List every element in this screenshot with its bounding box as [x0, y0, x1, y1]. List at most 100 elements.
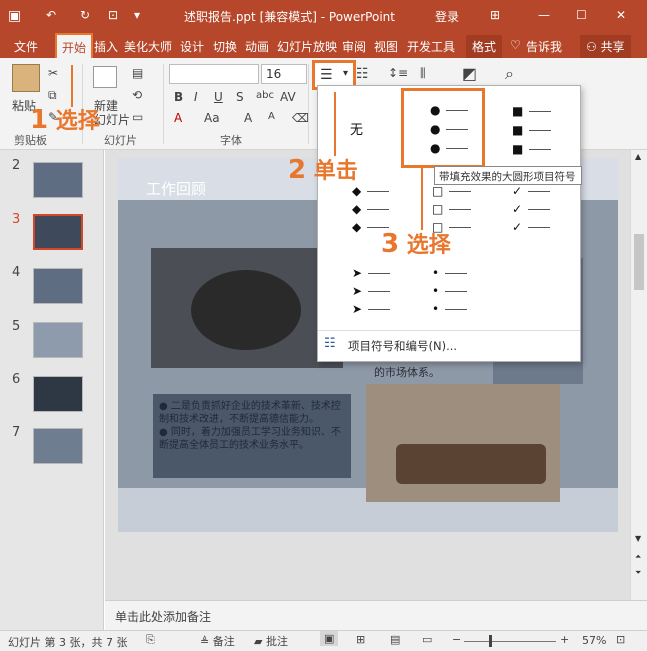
login-link[interactable]: 登录: [435, 8, 459, 25]
bullet-none-label: 无: [350, 123, 364, 138]
shrink-font-button[interactable]: A: [268, 111, 275, 122]
shadow-button[interactable]: S: [236, 90, 244, 104]
zoom-slider[interactable]: [464, 641, 556, 642]
slide-thumbnail-6[interactable]: [33, 376, 83, 412]
copy-icon[interactable]: ⧉: [48, 88, 57, 103]
customize-qat-icon[interactable]: ▾: [134, 8, 140, 22]
notes-pane[interactable]: 单击此处添加备注: [105, 600, 647, 630]
font-name-input[interactable]: [169, 64, 259, 84]
tab-transitions[interactable]: 切换: [213, 38, 237, 55]
ribbon-display-icon[interactable]: ⊞: [490, 8, 500, 22]
scroll-up-icon[interactable]: ▲: [635, 152, 641, 161]
prev-slide-icon[interactable]: ⏶: [635, 552, 641, 562]
share-button[interactable]: ⚇ 共享: [580, 35, 631, 58]
char-spacing-button[interactable]: AV: [280, 90, 296, 104]
title-bar: ▣ ↶ ↻ ⊡ ▾ 述职报告.ppt [兼容模式] - PowerPoint 登…: [0, 0, 647, 32]
maximize-icon[interactable]: ☐: [576, 8, 587, 22]
slide-thumbnail-4[interactable]: [33, 268, 83, 304]
underline-button[interactable]: U: [214, 90, 223, 104]
tab-file[interactable]: 文件: [14, 38, 38, 55]
person-icon: ⚇: [586, 40, 601, 54]
tab-format[interactable]: 格式: [466, 35, 503, 58]
team-photo[interactable]: [366, 384, 560, 502]
vertical-scrollbar[interactable]: ▲ ▼ ⏶ ⏷: [630, 150, 647, 600]
reset-icon[interactable]: ⟲: [132, 88, 142, 102]
tab-slideshow[interactable]: 幻灯片放映: [277, 38, 337, 55]
bold-button[interactable]: B: [174, 90, 183, 104]
slide-sorter-icon[interactable]: ⊞: [356, 633, 365, 646]
tell-me-box[interactable]: 告诉我: [526, 38, 562, 55]
scroll-down-icon[interactable]: ▼: [635, 534, 641, 543]
normal-view-icon[interactable]: ▣: [320, 631, 339, 646]
filled-circle-bullet-icon: ●: [430, 139, 469, 157]
new-slide-icon[interactable]: [93, 66, 117, 88]
section-icon[interactable]: ▭: [132, 110, 143, 124]
tab-view[interactable]: 视图: [374, 38, 398, 55]
undo-icon[interactable]: ↶: [46, 8, 56, 22]
bullet-option-arrow[interactable]: ➤ ➤ ➤: [326, 262, 406, 332]
reading-view-icon[interactable]: ▤: [390, 633, 400, 646]
hollow-square-bullet-icon: □: [432, 200, 472, 218]
spell-check-icon[interactable]: ⎘: [146, 633, 155, 647]
next-slide-icon[interactable]: ⏷: [635, 568, 641, 578]
grow-font-button[interactable]: A: [244, 111, 252, 125]
shapes-icon[interactable]: ◩: [462, 64, 477, 83]
font-color-button[interactable]: A: [174, 111, 182, 125]
line-spacing-icon[interactable]: ↕≡: [388, 66, 408, 80]
slide-bullet-text[interactable]: ● 二是负责抓好企业的技术革新、技术控制和技术改进，不断提高德信能力。 ● 同时…: [153, 394, 351, 478]
tab-insert[interactable]: 插入: [94, 38, 118, 55]
close-icon[interactable]: ✕: [616, 8, 626, 22]
tab-beautify[interactable]: 美化大师: [124, 38, 172, 55]
redo-icon[interactable]: ↻: [80, 8, 90, 22]
slide-heading[interactable]: 工作回顾: [146, 178, 206, 199]
comment-icon: ▰: [254, 635, 266, 648]
italic-button[interactable]: I: [194, 90, 198, 104]
font-size-input[interactable]: 16: [261, 64, 307, 84]
bullet-option-none[interactable]: 无: [326, 92, 406, 162]
divider: [318, 330, 580, 331]
fit-to-window-icon[interactable]: ⊡: [616, 633, 625, 646]
notes-toggle[interactable]: ≜ 备注: [200, 633, 235, 649]
bullet-option-filled-circle[interactable]: ● ● ●: [401, 88, 485, 168]
filled-square-bullet-icon: ■: [512, 102, 552, 120]
cut-icon[interactable]: ✂: [48, 66, 58, 80]
numbering-icon[interactable]: ☷: [356, 66, 369, 82]
tab-design[interactable]: 设计: [180, 38, 204, 55]
callout-step-3-num: 3: [381, 229, 400, 259]
filled-circle-bullet-icon: ●: [430, 101, 469, 119]
tab-animations[interactable]: 动画: [245, 38, 269, 55]
find-icon[interactable]: ⌕: [505, 64, 514, 84]
font-size-value: 16: [266, 67, 282, 81]
present-icon[interactable]: ⊡: [108, 8, 118, 22]
thumbnail-number: 2: [12, 158, 21, 173]
bullet-option-small-dot[interactable]: • • •: [418, 262, 498, 332]
text-effects-button[interactable]: Aa: [204, 111, 220, 125]
layout-icon[interactable]: ▤: [132, 66, 143, 80]
scroll-thumb[interactable]: [634, 234, 644, 290]
zoom-in-icon[interactable]: +: [560, 633, 569, 646]
slideshow-icon[interactable]: ▭: [422, 633, 432, 646]
minimize-icon[interactable]: —: [538, 8, 550, 22]
thumbnail-number: 3: [12, 212, 21, 227]
meeting-photo[interactable]: [151, 248, 343, 368]
comments-toggle[interactable]: ▰ 批注: [254, 633, 288, 649]
zoom-slider-thumb[interactable]: [489, 635, 492, 647]
tab-home[interactable]: 开始: [55, 33, 94, 58]
bullet-option-filled-square[interactable]: ■ ■ ■: [498, 92, 578, 162]
slide-thumbnail-2[interactable]: [33, 162, 83, 198]
clear-format-icon[interactable]: ⌫: [292, 111, 309, 125]
bullet-option-checkmark[interactable]: ✓ ✓ ✓: [498, 178, 578, 248]
tab-review[interactable]: 审阅: [342, 38, 366, 55]
bullets-and-numbering-menu-item[interactable]: ☷ 项目符号和编号(N)...: [324, 336, 574, 356]
zoom-out-icon[interactable]: −: [452, 633, 461, 646]
save-icon[interactable]: ▣: [8, 8, 21, 24]
slide-thumbnail-3[interactable]: [33, 214, 83, 250]
slide-thumbnail-5[interactable]: [33, 322, 83, 358]
strikethrough-button[interactable]: abc: [256, 90, 274, 101]
slide-side-text[interactable]: 的市场体系。: [374, 364, 440, 380]
zoom-level[interactable]: 57%: [582, 634, 606, 647]
slide-thumbnail-7[interactable]: [33, 428, 83, 464]
tab-developer[interactable]: 开发工具: [407, 38, 455, 55]
paste-icon[interactable]: [12, 64, 40, 92]
columns-icon[interactable]: ⫼: [420, 66, 426, 81]
